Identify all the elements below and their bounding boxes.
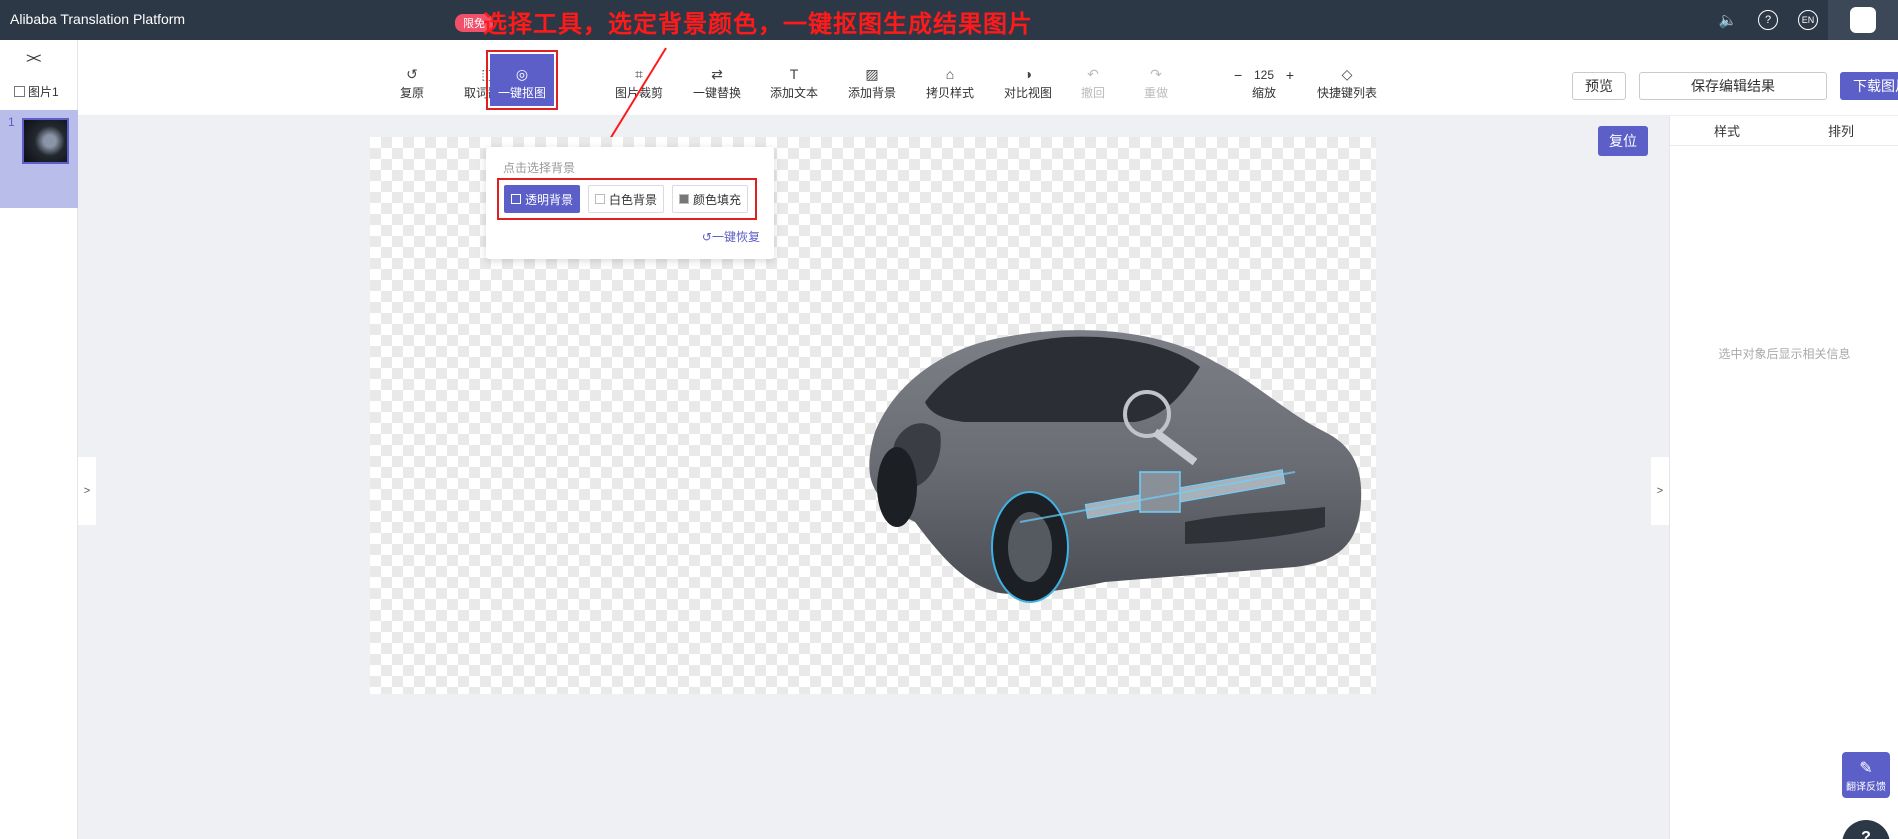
car-image[interactable] <box>855 322 1365 612</box>
properties-panel: 样式 排列 选中对象后显示相关信息 <box>1669 116 1898 839</box>
background-options-panel: 点击选择背景 透明背景 白色背景 颜色填充 ↺一键恢复 <box>486 147 774 259</box>
empty-selection-hint: 选中对象后显示相关信息 <box>1718 347 1851 361</box>
restore-icon: ↺ <box>701 230 712 244</box>
feedback-label: 翻译反馈 <box>1846 782 1886 793</box>
translation-feedback-button[interactable]: ✎ 翻译反馈 <box>1842 752 1890 798</box>
color-fill-option[interactable]: 颜色填充 <box>672 185 749 213</box>
transparent-icon <box>511 194 521 204</box>
restore-link[interactable]: ↺一键恢复 <box>702 228 760 245</box>
reset-button[interactable]: 复位 <box>1598 126 1648 156</box>
edit-icon: ✎ <box>1859 760 1873 777</box>
background-options: 透明背景 白色背景 颜色填充 <box>497 178 757 220</box>
white-background-option[interactable]: 白色背景 <box>588 185 665 213</box>
paint-bucket-icon <box>679 194 690 204</box>
tab-arrange[interactable]: 排列 <box>1784 116 1898 145</box>
expand-left-toggle[interactable]: > <box>78 457 96 525</box>
expand-right-toggle[interactable]: > <box>1651 457 1669 525</box>
white-square-icon <box>595 194 606 204</box>
properties-tabs: 样式 排列 <box>1670 116 1898 146</box>
background-hint: 点击选择背景 <box>503 161 576 175</box>
transparent-background-option[interactable]: 透明背景 <box>504 185 581 213</box>
tab-style[interactable]: 样式 <box>1670 116 1784 145</box>
